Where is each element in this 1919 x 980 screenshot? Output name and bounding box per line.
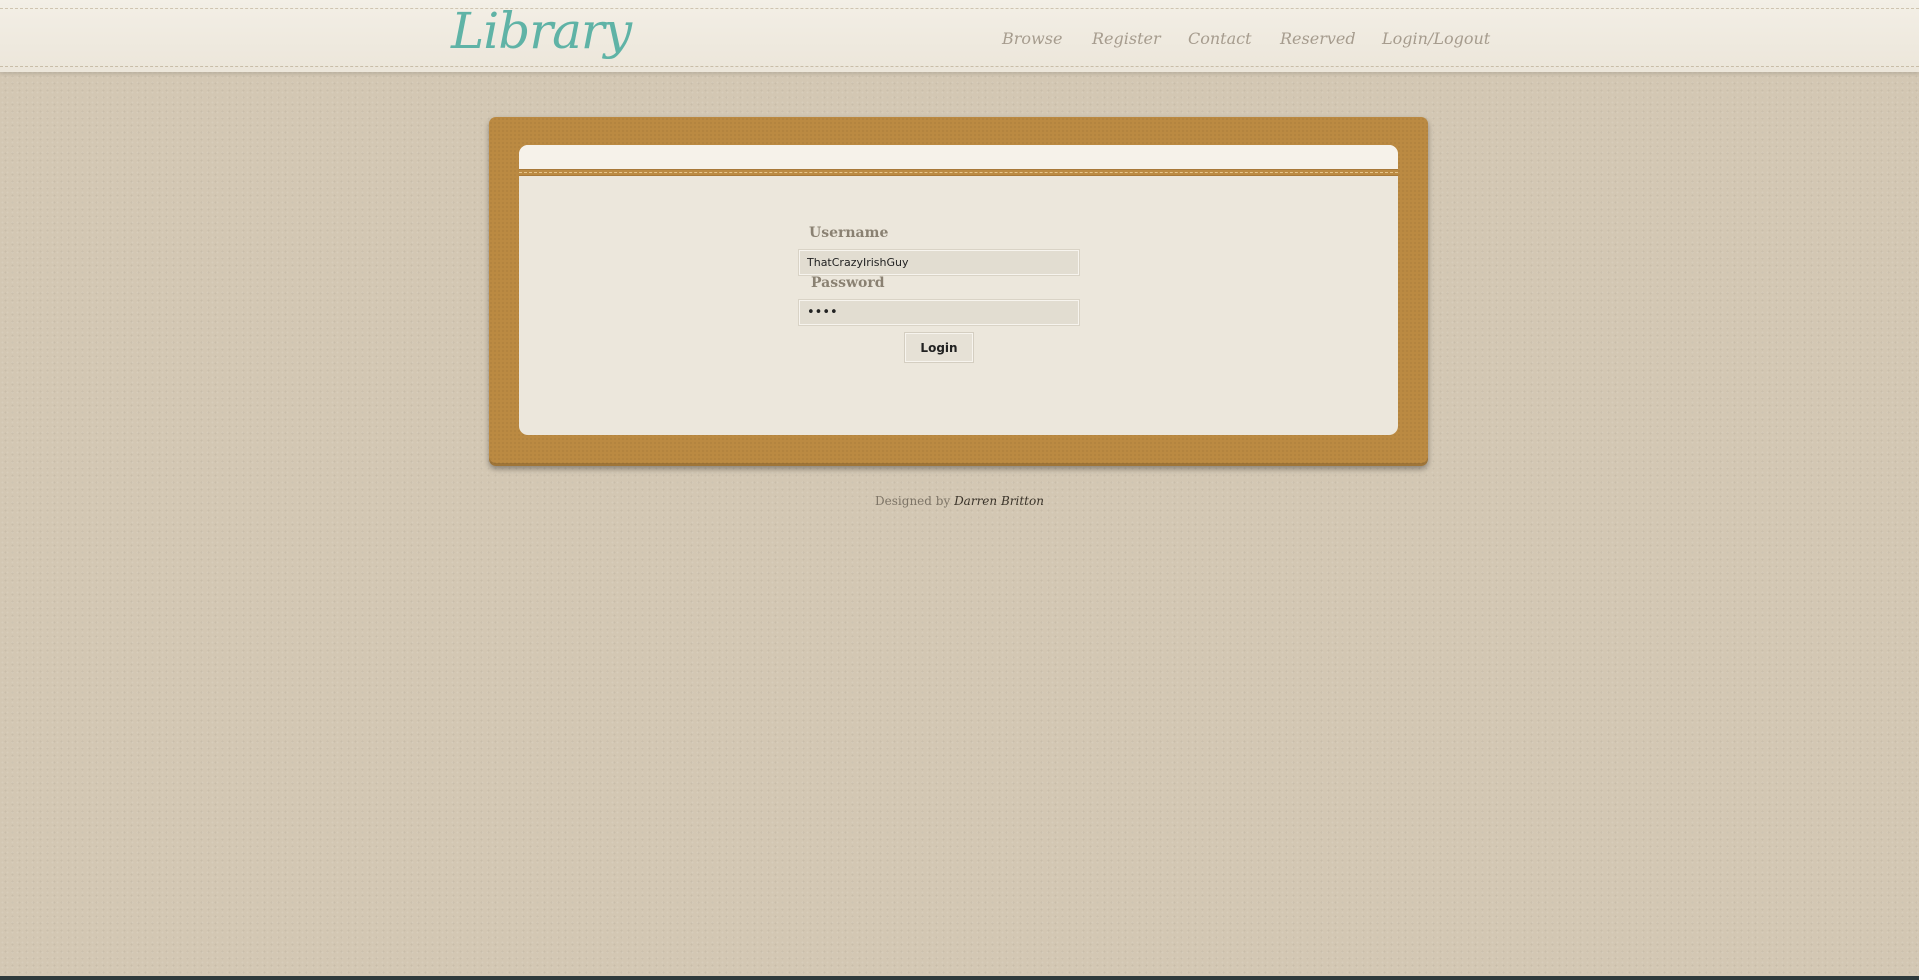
login-button[interactable]: Login <box>904 332 974 363</box>
taskbar-edge <box>0 976 1919 980</box>
panel-header <box>519 145 1398 169</box>
footer-prefix: Designed by <box>875 494 951 508</box>
site-header: Library Browse Register Contact Reserved… <box>0 0 1919 72</box>
nav-register[interactable]: Register <box>1092 29 1161 48</box>
footer-author: Darren Britton <box>954 494 1044 508</box>
panel-divider <box>519 169 1398 176</box>
header-stitch-bottom <box>0 66 1919 67</box>
header-stitch-top <box>0 8 1919 9</box>
password-input[interactable] <box>798 299 1080 326</box>
site-logo[interactable]: Library <box>451 6 632 56</box>
login-panel: Username Password Login <box>519 145 1398 435</box>
password-label: Password <box>811 275 885 291</box>
username-input[interactable] <box>798 249 1080 276</box>
nav-contact[interactable]: Contact <box>1188 29 1252 48</box>
login-board: Username Password Login <box>489 117 1428 466</box>
nav-reserved[interactable]: Reserved <box>1280 29 1356 48</box>
nav-browse[interactable]: Browse <box>1002 29 1062 48</box>
nav-login-logout[interactable]: Login/Logout <box>1382 29 1490 48</box>
site-footer: Designed by Darren Britton <box>0 494 1919 508</box>
username-label: Username <box>809 225 889 241</box>
